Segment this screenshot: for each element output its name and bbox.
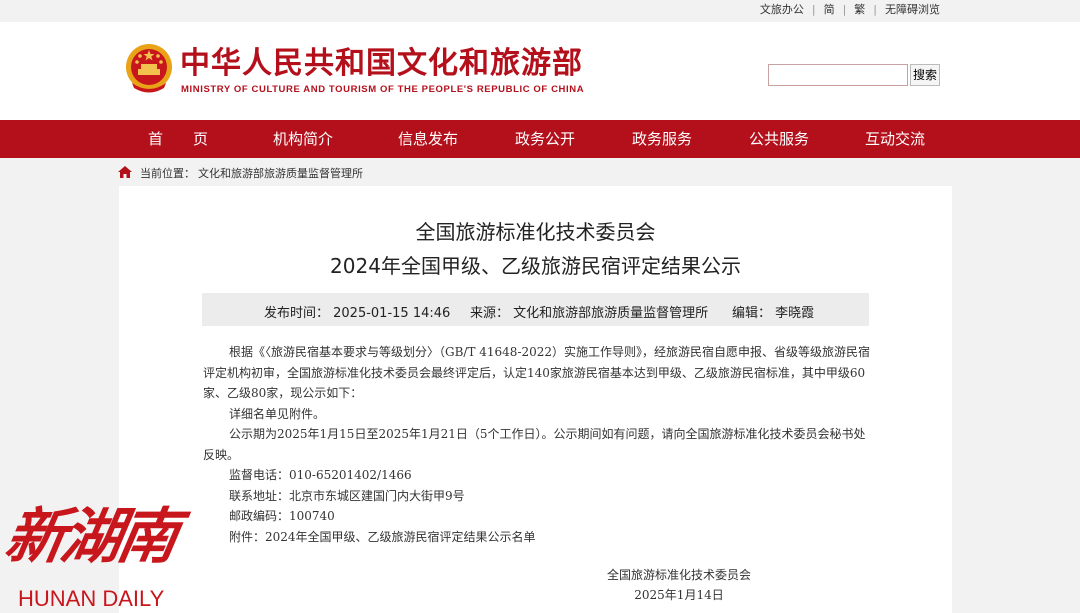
- top-bar: 文旅办公 | 简 | 繁 | 无障碍浏览: [0, 0, 1080, 22]
- top-links: 文旅办公 | 简 | 繁 | 无障碍浏览: [760, 0, 940, 18]
- article-meta: 发布时间： 2025-01-15 14:46 来源： 文化和旅游部旅游质量监督管…: [202, 293, 869, 326]
- paragraph: 根据《〈旅游民宿基本要求与等级划分〉（GB/T 41648-2022）实施工作导…: [203, 345, 871, 400]
- watermark-en: HUNAN DAILY: [18, 586, 165, 611]
- hunan-daily-watermark: 新湖南 HUNAN DAILY: [0, 492, 215, 613]
- divider: |: [873, 2, 877, 16]
- accessibility-link[interactable]: 无障碍浏览: [885, 1, 940, 17]
- article-source: 来源： 文化和旅游部旅游质量监督管理所: [470, 306, 709, 321]
- nav-item-public-services[interactable]: 公共服务: [749, 120, 809, 158]
- main-nav: 首 页 机构简介 信息发布 政务公开 政务服务 公共服务 互动交流: [0, 120, 1080, 158]
- nav-item-gov-affairs[interactable]: 政务公开: [515, 120, 575, 158]
- traditional-link[interactable]: 繁: [854, 1, 865, 17]
- article-body: 根据《〈旅游民宿基本要求与等级划分〉（GB/T 41648-2022）实施工作导…: [203, 342, 873, 547]
- nav-item-about[interactable]: 机构简介: [273, 120, 333, 158]
- site-header: 中华人民共和国文化和旅游部 MINISTRY OF CULTURE AND TO…: [0, 22, 1080, 120]
- article-date: 2025年1月14日: [634, 588, 724, 602]
- nav-item-home[interactable]: 首 页: [148, 120, 208, 158]
- publish-time: 发布时间： 2025-01-15 14:46: [264, 306, 451, 321]
- simplified-link[interactable]: 简: [824, 1, 835, 17]
- article-container: 全国旅游标准化技术委员会 2024年全国甲级、乙级旅游民宿评定结果公示 发布时间…: [119, 186, 952, 613]
- nav-item-interaction[interactable]: 互动交流: [865, 120, 925, 158]
- attachment-link[interactable]: 附件：2024年全国甲级、乙级旅游民宿评定结果公示名单: [203, 527, 873, 548]
- office-link[interactable]: 文旅办公: [760, 1, 804, 17]
- paragraph: 详细名单见附件。: [229, 406, 326, 421]
- divider: |: [842, 2, 847, 16]
- paragraph: 公示期为2025年1月15日至2025年1月21日（5个工作日）。公示期间如有问…: [203, 427, 866, 462]
- article-title-line2: 2024年全国甲级、乙级旅游民宿评定结果公示: [330, 254, 741, 278]
- site-logo-subtitle: MINISTRY OF CULTURE AND TOURISM OF THE P…: [181, 84, 585, 95]
- national-emblem-icon: [126, 44, 172, 93]
- breadcrumb-label: 当前位置：: [140, 167, 195, 180]
- paragraph: 联系地址：北京市东城区建国门内大街甲9号: [229, 488, 465, 503]
- home-icon[interactable]: [118, 166, 132, 178]
- search-input[interactable]: [768, 64, 908, 86]
- divider: |: [811, 2, 816, 16]
- paragraph: 监督电话：010-65201402/1466: [229, 468, 412, 482]
- watermark-cn: 新湖南: [0, 502, 181, 572]
- nav-item-news[interactable]: 信息发布: [398, 120, 458, 158]
- breadcrumb-link[interactable]: 文化和旅游部旅游质量监督管理所: [198, 165, 363, 181]
- article-signature: 全国旅游标准化技术委员会: [606, 568, 751, 582]
- article-title-line1: 全国旅游标准化技术委员会: [415, 220, 656, 244]
- site-logo-title[interactable]: 中华人民共和国文化和旅游部: [180, 46, 583, 82]
- breadcrumb: 当前位置： 文化和旅游部旅游质量监督管理所: [0, 158, 1080, 186]
- search-button[interactable]: 搜索: [910, 64, 940, 86]
- paragraph: 邮政编码：100740: [229, 509, 335, 523]
- article-editor: 编辑： 李晓霞: [732, 306, 815, 321]
- nav-item-gov-services[interactable]: 政务服务: [632, 120, 692, 158]
